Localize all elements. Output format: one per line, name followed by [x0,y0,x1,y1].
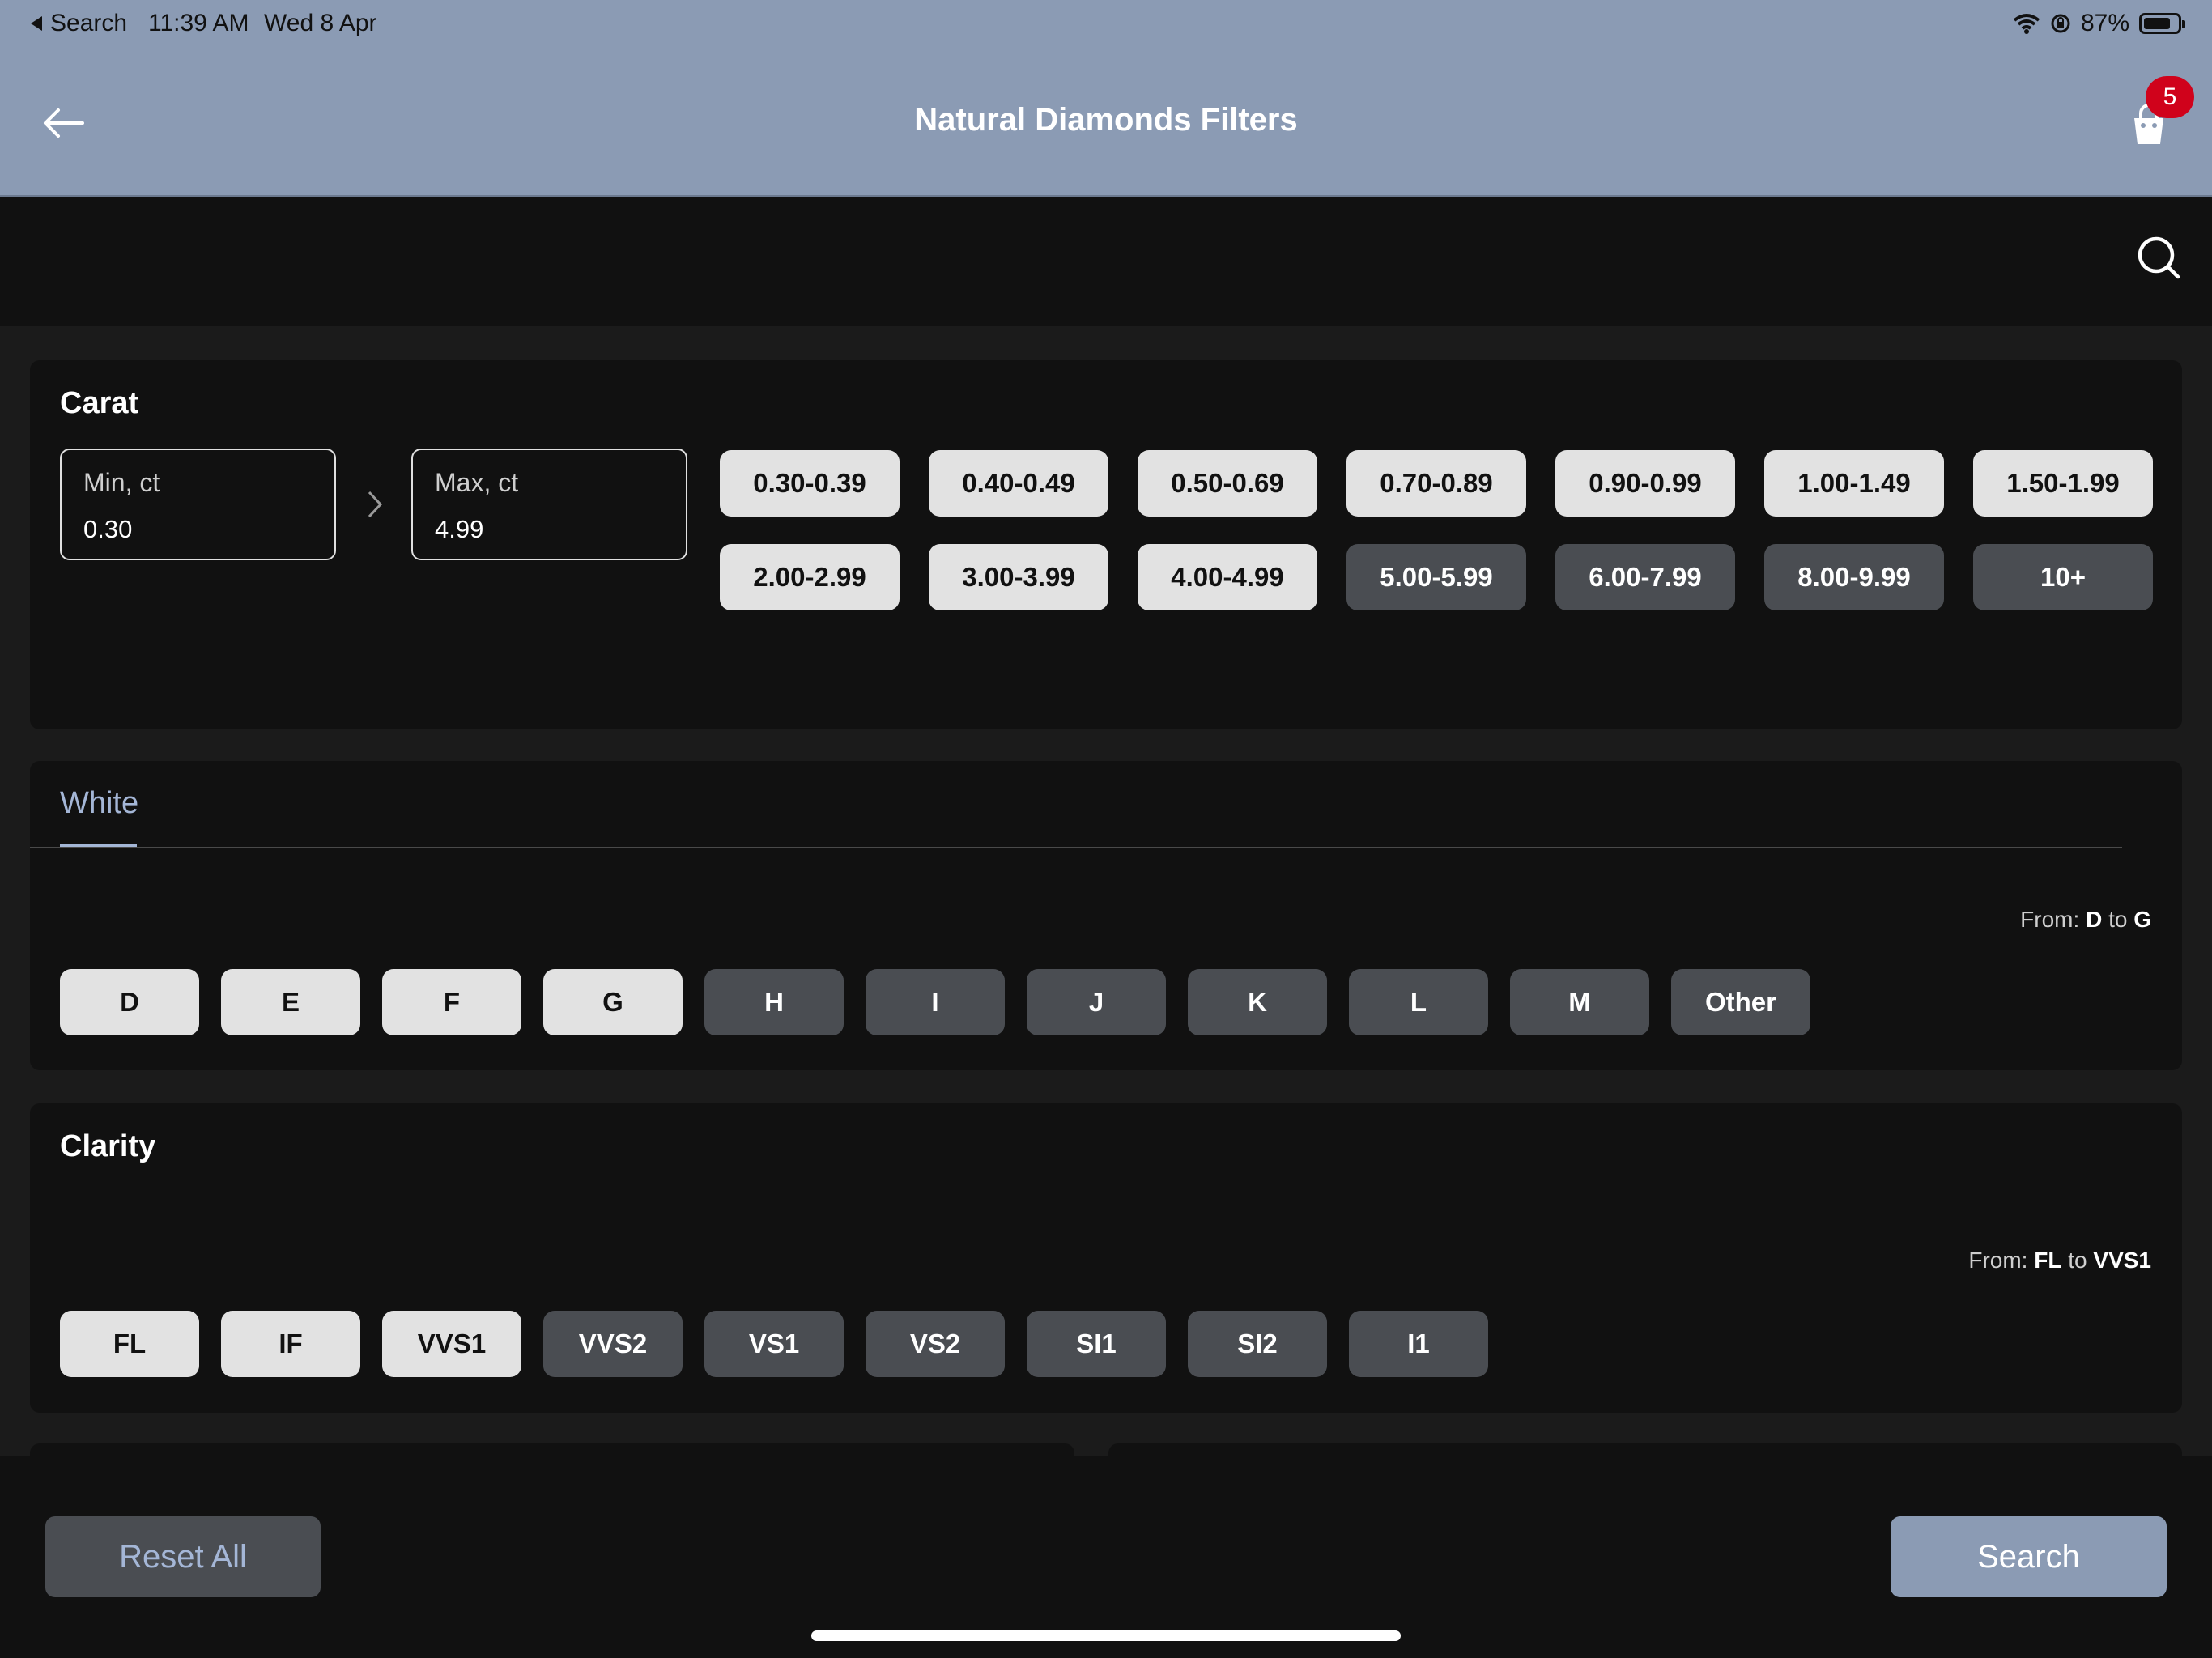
color-grade-chip[interactable]: H [704,969,844,1035]
back-app-label: Search [50,10,128,36]
carat-range-chip[interactable]: 3.00-3.99 [929,544,1108,610]
carat-range-chip[interactable]: 4.00-4.99 [1138,544,1317,610]
carat-range-chip[interactable]: 5.00-5.99 [1346,544,1526,610]
min-carat-value: 0.30 [83,515,133,543]
max-carat-field[interactable]: Max, ct 4.99 [411,449,687,560]
next-card-right [1108,1443,2182,1456]
carat-range-chip[interactable]: 1.00-1.49 [1764,450,1944,517]
carat-range-chip[interactable]: 0.70-0.89 [1346,450,1526,517]
clarity-grade-chip[interactable]: VVS2 [543,1311,683,1377]
clarity-grade-chip[interactable]: I1 [1349,1311,1488,1377]
orientation-lock-icon [2051,14,2070,33]
next-card-left [30,1443,1074,1456]
color-grade-chip[interactable]: D [60,969,199,1035]
filters-scroll-area[interactable]: Carat Min, ct 0.30 Max, ct 4.99 0.30-0.3… [0,326,2212,1456]
clarity-grade-chip[interactable]: SI1 [1027,1311,1166,1377]
min-carat-field[interactable]: Min, ct 0.30 [60,449,336,560]
wifi-icon [2013,14,2040,34]
carat-range-chip[interactable]: 2.00-2.99 [720,544,900,610]
color-grade-chip[interactable]: I [866,969,1005,1035]
carat-range-chip[interactable]: 10+ [1973,544,2153,610]
chevron-right-icon [368,491,383,518]
carat-range-chip[interactable]: 8.00-9.99 [1764,544,1944,610]
status-date: Wed 8 Apr [264,10,377,36]
min-carat-label: Min, ct [83,468,160,497]
bottom-bar [0,1456,2212,1658]
carat-range-chip[interactable]: 1.50-1.99 [1973,450,2153,517]
max-carat-label: Max, ct [435,468,519,497]
status-right: 87% [2013,10,2185,37]
home-indicator[interactable] [811,1630,1401,1641]
carat-range-chip[interactable]: 0.90-0.99 [1555,450,1735,517]
top-bar: Search 11:39 AM Wed 8 Apr 87% Natural Di… [0,0,2212,197]
carat-range-chip[interactable]: 6.00-7.99 [1555,544,1735,610]
status-time: 11:39 AM [148,10,249,36]
color-grade-chip[interactable]: K [1188,969,1327,1035]
tab-white[interactable]: White [60,786,138,821]
clarity-range-text: From: FL to VVS1 [1968,1248,2151,1273]
color-grade-chip[interactable]: L [1349,969,1488,1035]
carat-card: Carat Min, ct 0.30 Max, ct 4.99 0.30-0.3… [30,360,2182,729]
carat-range-chip[interactable]: 0.30-0.39 [720,450,900,517]
search-band [0,198,2212,326]
color-grade-chip[interactable]: J [1027,969,1166,1035]
battery-percent: 87% [2080,10,2129,36]
search-button[interactable]: Search [1891,1516,2167,1597]
carat-title: Carat [60,386,139,420]
color-grade-chip[interactable]: M [1510,969,1649,1035]
back-to-app-link[interactable]: Search [31,10,127,37]
carat-range-chip[interactable]: 0.40-0.49 [929,450,1108,517]
clarity-grade-chip[interactable]: SI2 [1188,1311,1327,1377]
max-carat-value: 4.99 [435,515,484,543]
tab-divider [30,847,2122,848]
clarity-grade-chip[interactable]: VS1 [704,1311,844,1377]
page-title: Natural Diamonds Filters [914,102,1298,138]
clarity-grade-chip[interactable]: VVS1 [382,1311,521,1377]
clarity-grade-chip[interactable]: FL [60,1311,199,1377]
clarity-grade-chip[interactable]: VS2 [866,1311,1005,1377]
cart-count-badge: 5 [2146,76,2194,118]
color-grade-chip[interactable]: G [543,969,683,1035]
battery-icon [2139,13,2185,34]
clarity-grade-chip[interactable]: IF [221,1311,360,1377]
color-grade-chip[interactable]: E [221,969,360,1035]
carat-range-chip[interactable]: 0.50-0.69 [1138,450,1317,517]
reset-all-button[interactable]: Reset All [45,1516,321,1597]
color-range-text: From: D to G [2020,907,2151,932]
color-grade-chip[interactable]: Other [1671,969,1810,1035]
status-bar: Search 11:39 AM Wed 8 Apr 87% [0,0,2212,50]
clarity-card: Clarity From: FL to VVS1 FL IF VVS1 VVS2 VS1… [30,1103,2182,1413]
clarity-title: Clarity [60,1129,156,1163]
color-grade-chip[interactable]: F [382,969,521,1035]
search-icon[interactable] [2136,235,2181,280]
back-triangle-icon [31,16,42,31]
